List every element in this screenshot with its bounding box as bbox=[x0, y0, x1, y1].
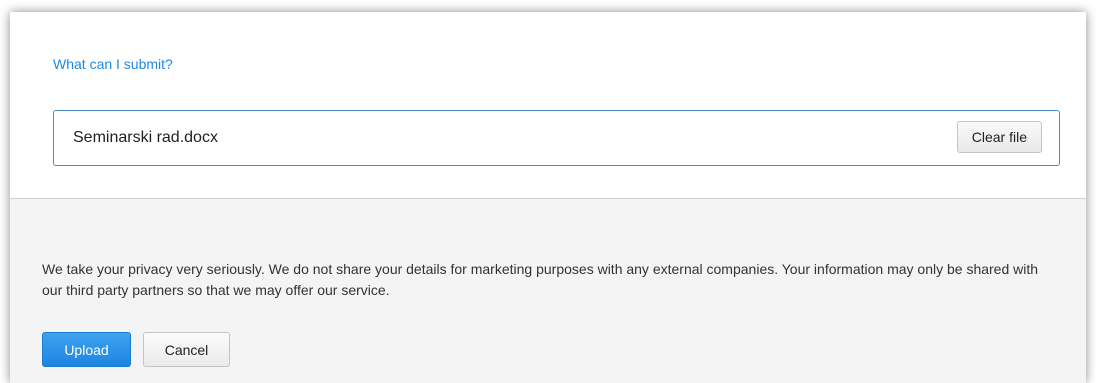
selected-file-name: Seminarski rad.docx bbox=[73, 129, 218, 146]
upload-button[interactable]: Upload bbox=[42, 332, 131, 367]
screenshot-frame: What can I submit? Seminarski rad.docx C… bbox=[0, 0, 1096, 383]
footer-section: We take your privacy very seriously. We … bbox=[10, 199, 1086, 383]
upload-dialog: What can I submit? Seminarski rad.docx C… bbox=[10, 12, 1086, 383]
clear-file-button[interactable]: Clear file bbox=[956, 121, 1042, 153]
selected-file-box: Seminarski rad.docx Clear file bbox=[53, 110, 1060, 166]
privacy-notice: We take your privacy very seriously. We … bbox=[42, 261, 1039, 298]
what-can-i-submit-link[interactable]: What can I submit? bbox=[53, 56, 173, 72]
file-selection-section: What can I submit? Seminarski rad.docx C… bbox=[10, 12, 1086, 198]
cancel-button[interactable]: Cancel bbox=[143, 332, 230, 367]
